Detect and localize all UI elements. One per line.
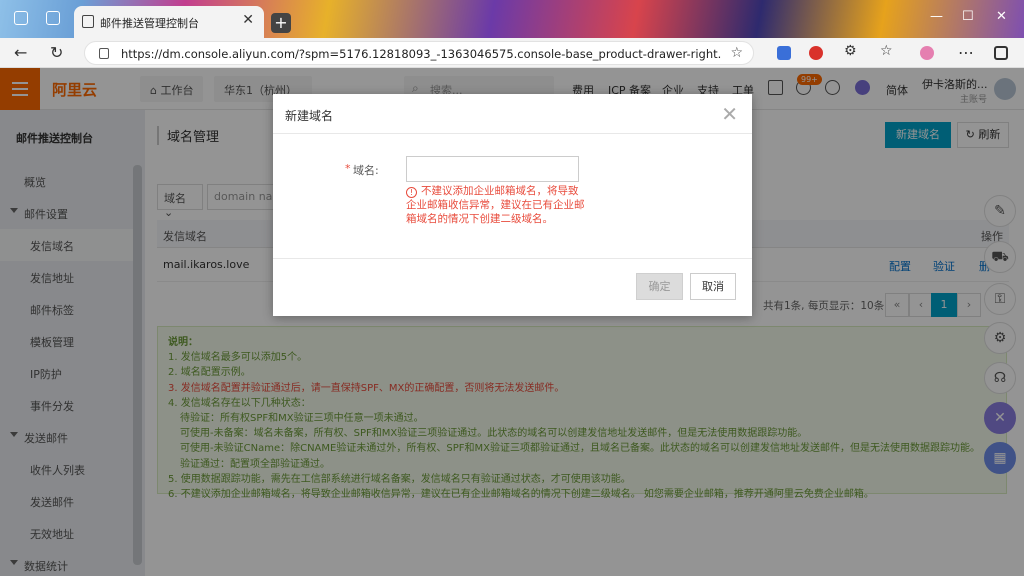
extensions-puzzle-icon[interactable]: ⚙ bbox=[844, 43, 857, 59]
close-icon[interactable]: ✕ bbox=[721, 102, 738, 126]
more-menu-icon[interactable]: ⋯ bbox=[958, 43, 974, 62]
new-domain-dialog: 新建域名 ✕ * 域名: ! 不建议添加企业邮箱域名，将导致企业邮箱收信异常，建议… bbox=[273, 94, 752, 316]
url-text: https://dm.console.aliyun.com/?spm=5176.… bbox=[121, 47, 721, 61]
browser-tabstrip: 邮件推送管理控制台 ✕ + — ☐ ✕ bbox=[0, 0, 1024, 38]
adblock-icon[interactable] bbox=[809, 46, 823, 60]
tab-favicon-icon bbox=[82, 15, 94, 28]
dialog-title: 新建域名 bbox=[285, 109, 334, 123]
favorite-star-icon[interactable]: ☆ bbox=[730, 45, 743, 61]
domain-field-label: 域名: bbox=[353, 164, 379, 177]
sidebar-toggle-icon[interactable] bbox=[994, 46, 1008, 60]
required-mark: * bbox=[345, 162, 351, 175]
workspaces-icon[interactable] bbox=[46, 11, 60, 25]
confirm-button[interactable]: 确定 bbox=[636, 273, 683, 300]
domain-input[interactable] bbox=[406, 156, 579, 182]
dialog-header: 新建域名 ✕ bbox=[273, 94, 752, 134]
favorites-icon[interactable]: ☆ bbox=[880, 43, 893, 59]
reload-icon[interactable]: ↻ bbox=[50, 43, 63, 62]
browser-tab[interactable]: 邮件推送管理控制台 ✕ bbox=[74, 6, 264, 38]
profile-icon[interactable] bbox=[14, 11, 28, 25]
cancel-button[interactable]: 取消 bbox=[690, 273, 736, 300]
url-field[interactable]: https://dm.console.aliyun.com/?spm=5176.… bbox=[84, 41, 754, 65]
close-window-icon[interactable]: ✕ bbox=[996, 9, 1007, 24]
tab-close-icon[interactable]: ✕ bbox=[242, 12, 254, 28]
extension-icon[interactable] bbox=[777, 46, 791, 60]
error-icon: ! bbox=[406, 187, 417, 198]
maximize-icon[interactable]: ☐ bbox=[962, 9, 974, 24]
tab-title: 邮件推送管理控制台 bbox=[100, 17, 199, 30]
new-tab-button[interactable]: + bbox=[271, 13, 291, 33]
back-icon[interactable]: ← bbox=[14, 43, 27, 62]
minimize-icon[interactable]: — bbox=[930, 9, 943, 24]
lock-icon bbox=[99, 48, 109, 59]
user-avatar-icon[interactable] bbox=[920, 46, 934, 60]
address-bar-row: ← ↻ https://dm.console.aliyun.com/?spm=5… bbox=[0, 38, 1024, 68]
domain-error-message: ! 不建议添加企业邮箱域名，将导致企业邮箱收信异常，建议在已有企业邮箱域名的情况下… bbox=[406, 185, 585, 225]
